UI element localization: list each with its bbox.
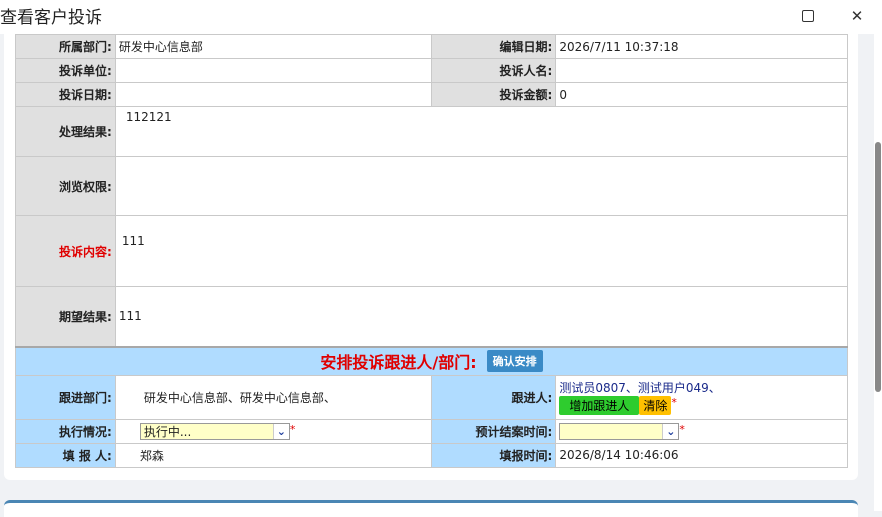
scrollbar-thumb[interactable]: [875, 142, 881, 392]
form-row: 填 报 人: 郑森 填报时间: 2026/8/14 10:46:06: [15, 442, 848, 468]
required-mark: *: [671, 396, 677, 409]
content-value: 111: [114, 215, 849, 287]
chevron-down-icon: ⌄: [272, 423, 289, 439]
required-mark: *: [679, 422, 685, 436]
unit-label: 投诉单位:: [15, 58, 116, 83]
close-time-label: 预计结案时间:: [430, 418, 557, 444]
report-time-value: 2026/8/14 10:46:06: [555, 442, 848, 468]
bottom-card: [4, 500, 858, 517]
follower-value: 测试员0807、测试用户049、: [559, 381, 721, 395]
close-icon: ✕: [850, 7, 864, 25]
reporter-value: 郑森: [114, 442, 432, 468]
follow-dept-label: 跟进部门:: [15, 374, 116, 420]
reporter-label: 填 报 人:: [15, 442, 116, 468]
complaint-date-label: 投诉日期:: [15, 82, 116, 107]
permission-value: [114, 156, 849, 216]
close-time-select[interactable]: ⌄: [559, 422, 680, 440]
person-value: [555, 58, 848, 83]
status-cell: 执行中... ⌄ *: [114, 418, 432, 444]
required-mark: *: [289, 422, 296, 436]
window-title: 查看客户投诉: [0, 8, 102, 28]
complaint-date-value: [114, 82, 432, 107]
amount-label: 投诉金额:: [430, 82, 557, 107]
close-button[interactable]: ✕: [847, 6, 867, 26]
edit-date-label: 编辑日期:: [430, 34, 557, 59]
status-select[interactable]: 执行中... ⌄: [139, 422, 290, 440]
arrange-title: 安排投诉跟进人/部门:: [320, 353, 477, 372]
unit-value: [114, 58, 432, 83]
confirm-arrange-button[interactable]: 确认安排: [486, 350, 543, 372]
edit-date-value: 2026/7/11 10:37:18: [555, 34, 848, 59]
person-label: 投诉人名:: [430, 58, 557, 83]
close-time-cell: ⌄ *: [555, 418, 848, 444]
form-row: 期望结果: 111: [15, 286, 849, 347]
dept-label: 所属部门:: [15, 34, 116, 59]
expected-label: 期望结果:: [15, 286, 116, 347]
follow-dept-value: 研发中心信息部、研发中心信息部、: [114, 374, 432, 420]
status-select-value: 执行中...: [143, 424, 192, 439]
result-value: 112121: [114, 106, 849, 157]
follower-label: 跟进人:: [430, 374, 557, 420]
form-row: 浏览权限:: [15, 156, 849, 216]
chevron-down-icon: ⌄: [662, 423, 679, 439]
form-row: 投诉日期: 投诉金额: 0: [15, 82, 848, 107]
form-row: 所属部门: 研发中心信息部 编辑日期: 2026/7/11 10:37:18: [15, 34, 848, 59]
add-follower-button[interactable]: 增加跟进人: [559, 396, 640, 415]
complaint-form-table: 所属部门: 研发中心信息部 编辑日期: 2026/7/11 10:37:18 投…: [15, 34, 849, 468]
form-row: 跟进部门: 研发中心信息部、研发中心信息部、 跟进人: 测试员0807、测试用户…: [15, 374, 848, 420]
content-label: 投诉内容:: [15, 215, 116, 287]
report-time-label: 填报时间:: [430, 442, 557, 468]
status-label: 执行情况:: [15, 418, 116, 444]
form-row: 投诉单位: 投诉人名:: [15, 58, 848, 83]
result-label: 处理结果:: [15, 106, 116, 157]
dept-value: 研发中心信息部: [114, 34, 432, 59]
permission-label: 浏览权限:: [15, 156, 116, 216]
amount-value: 0: [555, 82, 848, 107]
follower-cell: 测试员0807、测试用户049、 增加跟进人 清除 *: [555, 374, 848, 420]
form-row: 执行情况: 执行中... ⌄ * 预计结案时间: ⌄ *: [15, 418, 848, 444]
form-row: 投诉内容: 111: [15, 215, 849, 287]
clear-button[interactable]: 清除: [639, 396, 672, 415]
maximize-button[interactable]: [798, 6, 818, 26]
expected-value: 111: [114, 286, 849, 347]
maximize-icon: [802, 10, 814, 22]
form-row: 处理结果: 112121: [15, 106, 849, 157]
arrange-header-row: 安排投诉跟进人/部门: 确认安排: [15, 345, 848, 376]
title-bar: 查看客户投诉 ✕: [0, 0, 882, 34]
